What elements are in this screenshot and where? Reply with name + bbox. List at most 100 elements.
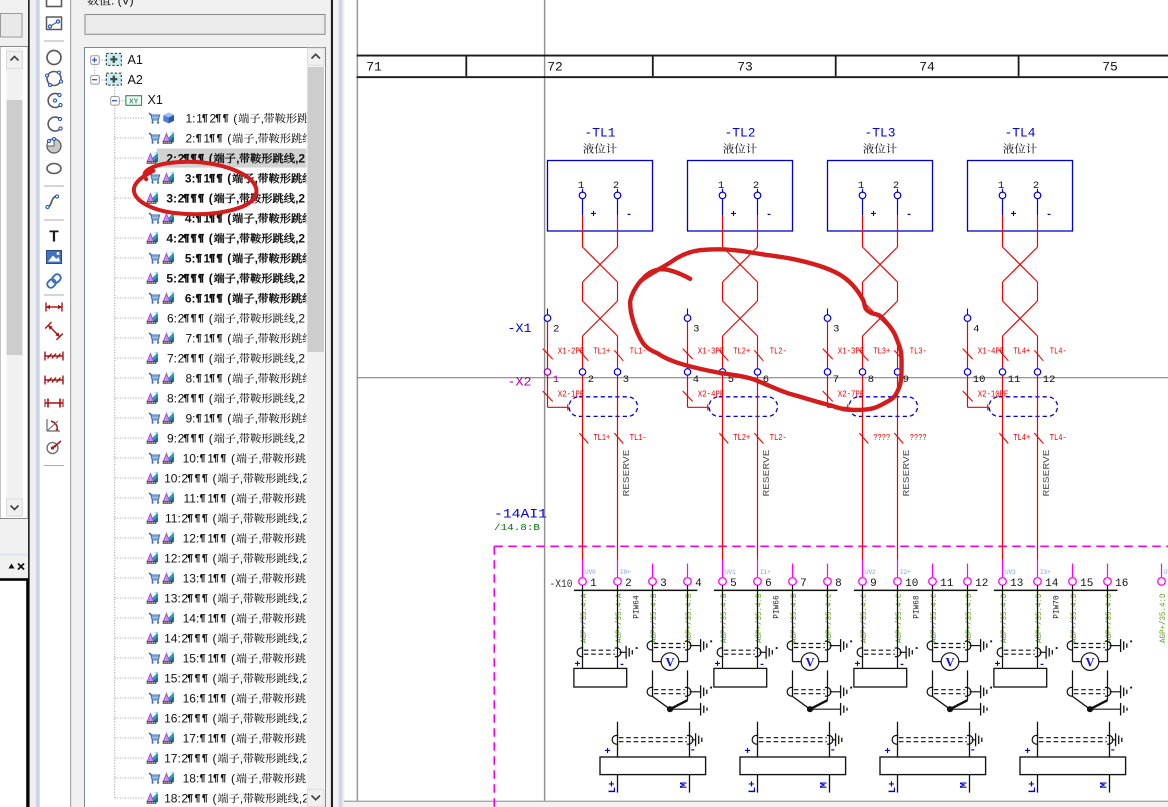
svg-text:(: ( — [213, 791, 217, 805]
svg-text:XY: XY — [129, 98, 139, 105]
svg-text:2: 2 — [178, 391, 185, 405]
svg-text:8: 8 — [835, 578, 842, 590]
svg-text:-TL1: -TL1 — [585, 126, 616, 141]
svg-text:3:: 3: — [185, 171, 196, 185]
svg-text:2: 2 — [181, 631, 188, 645]
svg-text:(: ( — [227, 291, 231, 305]
svg-text:AGP+/35.4:D: AGP+/35.4:D — [1105, 593, 1114, 643]
svg-text:AGP+/35.4:C: AGP+/35.4:C — [860, 593, 869, 643]
svg-text:9: 9 — [870, 578, 877, 590]
svg-text:V: V — [665, 655, 674, 669]
svg-text:,: , — [255, 291, 258, 305]
svg-text:(: ( — [231, 651, 235, 665]
svg-text:2: 2 — [181, 711, 188, 725]
svg-text:1: 1 — [203, 131, 210, 145]
svg-text:,2: ,2 — [295, 271, 305, 285]
svg-text:12: 12 — [975, 578, 988, 590]
svg-text:2: 2 — [178, 271, 185, 285]
svg-text:X2-1PE: X2-1PE — [558, 390, 585, 400]
svg-text:8:: 8: — [167, 391, 177, 405]
svg-text:74: 74 — [919, 60, 935, 75]
svg-text:TL3+: TL3+ — [873, 347, 890, 357]
svg-text:,: , — [258, 491, 261, 505]
svg-text:AGP+/35.4:B: AGP+/35.4:B — [685, 593, 694, 643]
svg-text:AGP+/35.4:C: AGP+/35.4:C — [895, 593, 904, 643]
svg-text:17:: 17: — [183, 731, 200, 745]
svg-text:RESERVE: RESERVE — [1041, 449, 1052, 496]
svg-text:3: 3 — [833, 324, 839, 336]
svg-text:75: 75 — [1102, 60, 1118, 75]
svg-text:,: , — [240, 631, 243, 645]
svg-text:3: 3 — [623, 374, 629, 386]
svg-text:L+: L+ — [887, 781, 899, 794]
svg-text:,: , — [258, 771, 261, 785]
svg-text:(: ( — [227, 371, 231, 385]
svg-text:1: 1 — [203, 371, 210, 385]
svg-text:(: ( — [213, 631, 217, 645]
svg-text:AGP+/35.4:A: AGP+/35.4:A — [615, 593, 624, 643]
svg-text:-: - — [830, 745, 836, 757]
svg-text:11:: 11: — [184, 491, 200, 505]
svg-text:X1-3PE: X1-3PE — [838, 347, 865, 357]
svg-text:AGP+/35.4:B: AGP+/35.4:B — [790, 593, 799, 643]
svg-text:????: ???? — [873, 433, 890, 443]
svg-text:7:: 7: — [167, 351, 177, 365]
svg-text:M: M — [1099, 782, 1111, 788]
svg-text:X2-10PE: X2-10PE — [978, 390, 1009, 400]
svg-text:1: 1 — [207, 651, 214, 665]
svg-text:10: 10 — [973, 374, 986, 386]
svg-text:V: V — [1085, 655, 1094, 669]
svg-text:,2: ,2 — [295, 431, 305, 445]
svg-text:-TL2: -TL2 — [725, 126, 756, 141]
svg-text:3: 3 — [693, 324, 699, 336]
svg-text:TL4-: TL4- — [1050, 347, 1067, 357]
svg-text:,: , — [236, 311, 239, 325]
svg-text:AGP+/35.4:B: AGP+/35.4:B — [650, 593, 659, 643]
svg-text:,: , — [258, 691, 261, 705]
svg-text:-: - — [1110, 745, 1116, 757]
svg-text:RESERVE: RESERVE — [621, 449, 632, 496]
svg-text:,: , — [255, 211, 258, 225]
svg-text:,: , — [236, 271, 239, 285]
svg-text:AGP+/35.4:C: AGP+/35.4:C — [930, 593, 939, 643]
svg-text:9:: 9: — [167, 431, 177, 445]
svg-text:M: M — [679, 782, 691, 788]
svg-text:-: - — [906, 210, 912, 221]
svg-text:13: 13 — [1010, 578, 1023, 590]
svg-text:1: 1 — [203, 171, 210, 185]
svg-text:,2: ,2 — [295, 351, 305, 365]
svg-text:TL1+: TL1+ — [593, 347, 610, 357]
svg-text:1: 1 — [203, 331, 210, 345]
svg-text:(: ( — [231, 491, 235, 505]
svg-text:V: V — [945, 655, 954, 669]
svg-text:,: , — [255, 331, 258, 345]
svg-text:2: 2 — [181, 591, 188, 605]
svg-text:2:: 2: — [185, 131, 195, 145]
svg-text:12: 12 — [1043, 374, 1056, 386]
svg-text:2: 2 — [753, 180, 759, 192]
svg-text:,2: ,2 — [295, 231, 305, 245]
svg-text:TL1-: TL1- — [630, 433, 647, 443]
svg-text:-X2: -X2 — [508, 374, 532, 389]
svg-text:18:: 18: — [183, 771, 200, 785]
svg-text:-14AI1: -14AI1 — [494, 507, 547, 522]
svg-text:A1: A1 — [128, 53, 143, 67]
svg-text:RESERVE: RESERVE — [901, 449, 912, 496]
svg-text:11: 11 — [940, 578, 954, 590]
svg-text:1: 1 — [858, 180, 864, 192]
svg-text:7:: 7: — [185, 331, 195, 345]
svg-text:1: 1 — [578, 180, 584, 192]
svg-text:12:: 12: — [164, 551, 181, 565]
svg-text:,: , — [240, 791, 243, 805]
svg-text:I3+: I3+ — [1040, 569, 1051, 576]
svg-text:V: V — [805, 655, 814, 669]
svg-text:,: , — [258, 731, 261, 745]
svg-text:1: 1 — [203, 291, 210, 305]
svg-text:TL2-: TL2- — [770, 433, 787, 443]
svg-text:15:: 15: — [183, 651, 200, 665]
svg-text:,: , — [258, 451, 261, 465]
svg-text:4:: 4: — [166, 231, 177, 245]
svg-text:,: , — [236, 391, 239, 405]
svg-text:AGP+/35.4:D: AGP+/35.4:D — [1159, 593, 1168, 643]
svg-text:12:: 12: — [183, 531, 200, 545]
